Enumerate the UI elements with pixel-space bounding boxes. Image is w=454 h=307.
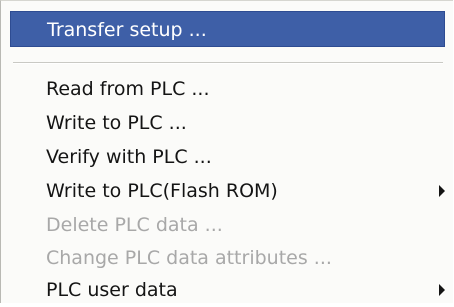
menu-item-delete-plc-data: Delete PLC data ... <box>10 208 445 242</box>
menu-item-label: Change PLC data attributes ... <box>46 247 332 269</box>
menu-item-label: Write to PLC ... <box>46 112 187 134</box>
menu-item-label: PLC user data <box>46 279 178 301</box>
menu-item-change-plc-data-attributes: Change PLC data attributes ... <box>10 241 445 275</box>
menu-separator <box>13 62 443 64</box>
menu-item-label: Transfer setup ... <box>47 19 207 41</box>
menu-item-transfer-setup[interactable]: Transfer setup ... <box>10 11 445 47</box>
menu-item-label: Write to PLC(Flash ROM) <box>46 180 278 202</box>
menu-item-verify-with-plc[interactable]: Verify with PLC ... <box>10 140 445 174</box>
menu-item-write-to-plc-flash-rom[interactable]: Write to PLC(Flash ROM) <box>10 174 445 208</box>
menu-item-read-from-plc[interactable]: Read from PLC ... <box>10 72 445 106</box>
menu-item-label: Delete PLC data ... <box>46 214 223 236</box>
submenu-arrow-icon <box>439 284 445 296</box>
submenu-arrow-icon <box>439 185 445 197</box>
menu-item-label: Read from PLC ... <box>46 78 210 100</box>
context-menu: Transfer setup ... Read from PLC ... Wri… <box>0 0 453 303</box>
menu-item-write-to-plc[interactable]: Write to PLC ... <box>10 106 445 140</box>
menu-item-label: Verify with PLC ... <box>46 146 212 168</box>
